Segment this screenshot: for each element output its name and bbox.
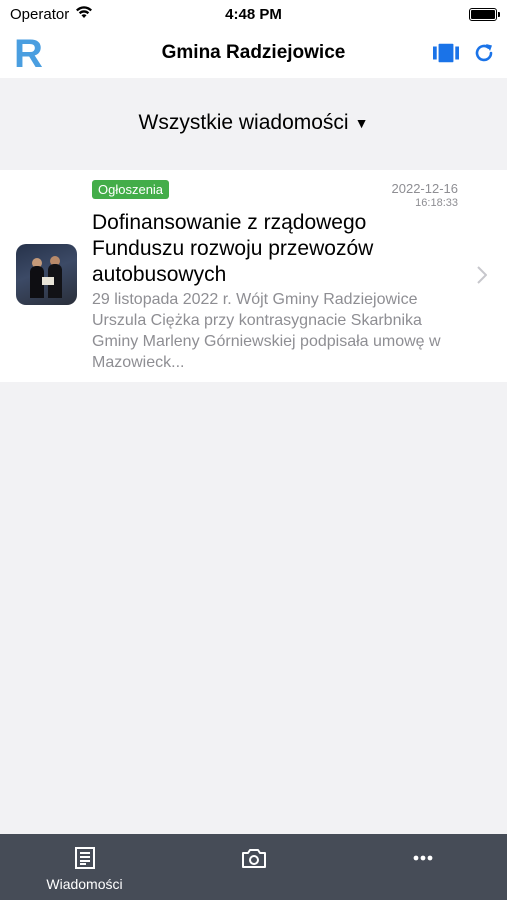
news-list: Ogłoszenia 2022-12-16 16:18:33 Dofinanso… bbox=[0, 170, 507, 382]
battery-icon bbox=[469, 7, 500, 21]
page-title: Gmina Radziejowice bbox=[161, 42, 346, 63]
status-left: Operator bbox=[10, 5, 93, 23]
app-logo: R bbox=[14, 32, 43, 76]
news-thumbnail bbox=[16, 244, 77, 305]
carrier-label: Operator bbox=[10, 5, 70, 23]
filter-dropdown[interactable]: Wszystkie wiadomości ▼ bbox=[0, 78, 507, 168]
refresh-icon[interactable] bbox=[471, 40, 497, 66]
list-item[interactable]: Ogłoszenia 2022-12-16 16:18:33 Dofinanso… bbox=[0, 170, 507, 382]
nav-actions bbox=[433, 40, 497, 66]
wifi-icon bbox=[75, 5, 93, 23]
more-icon bbox=[413, 846, 433, 870]
news-date: 2022-12-16 bbox=[391, 181, 459, 196]
chevron-right-icon bbox=[477, 266, 488, 284]
columns-icon[interactable] bbox=[433, 40, 459, 66]
category-badge: Ogłoszenia bbox=[92, 180, 170, 199]
status-bar: Operator 4:48 PM bbox=[0, 0, 507, 28]
tab-camera[interactable] bbox=[169, 834, 338, 900]
filter-label: Wszystkie wiadomości bbox=[138, 111, 349, 134]
caret-down-icon: ▼ bbox=[354, 115, 369, 131]
news-title: Dofinansowanie z rządowego Funduszu rozw… bbox=[92, 211, 374, 286]
news-excerpt: 29 listopada 2022 r. Wójt Gminy Radziejo… bbox=[92, 291, 441, 371]
tab-news[interactable]: Wiadomości bbox=[0, 834, 169, 900]
news-time: 16:18:33 bbox=[415, 197, 458, 209]
tab-news-label: Wiadomości bbox=[46, 876, 123, 892]
nav-bar: R Gmina Radziejowice bbox=[0, 28, 507, 78]
tab-more[interactable] bbox=[338, 834, 507, 900]
camera-icon bbox=[241, 846, 267, 870]
news-icon bbox=[74, 846, 95, 870]
tab-bar: Wiadomości bbox=[0, 834, 507, 900]
